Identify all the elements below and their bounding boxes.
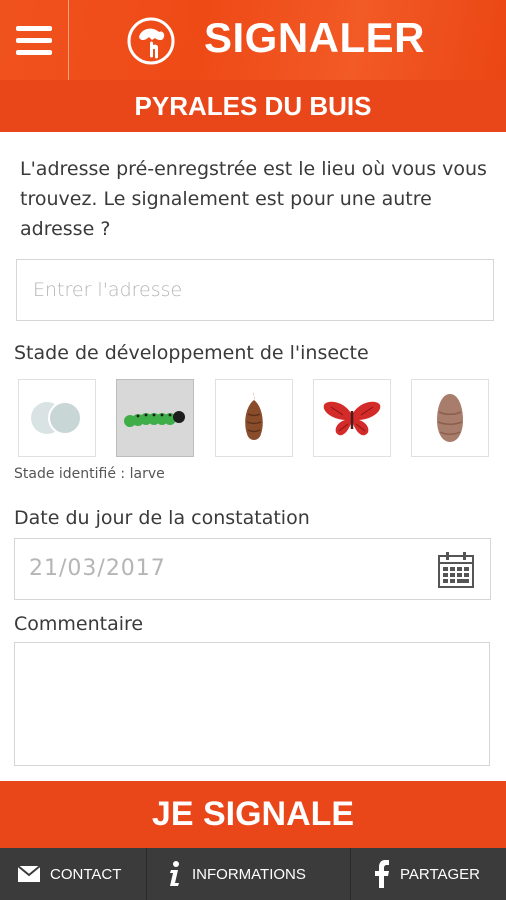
footer-partager[interactable]: PARTAGER: [374, 848, 480, 900]
butterfly-icon: [323, 401, 381, 436]
comment-label: Commentaire: [14, 613, 144, 635]
date-label: Date du jour de la constatation: [14, 507, 310, 529]
envelope-icon: [18, 866, 40, 882]
stage-status: Stade identifié : larve: [14, 466, 165, 482]
app-title: SIGNALER: [204, 14, 426, 61]
footer-contact[interactable]: CONTACT: [18, 848, 121, 900]
eggs-icon: [31, 401, 82, 435]
submit-button[interactable]: JE SIGNALE: [0, 781, 506, 848]
page-title: PYRALES DU BUIS: [134, 90, 372, 121]
subheader: PYRALES DU BUIS: [0, 80, 506, 132]
date-value: 21/03/2017: [29, 556, 166, 581]
report-hand-icon: [127, 17, 175, 65]
stage-selector: [18, 379, 490, 457]
date-field[interactable]: 21/03/2017: [14, 538, 491, 600]
facebook-icon: [375, 860, 389, 888]
intro-text: L'adresse pré-enregstrée est le lieu où …: [20, 158, 487, 240]
stage-option-chrysalide[interactable]: [215, 379, 293, 457]
address-input[interactable]: [16, 259, 494, 321]
stage-option-eggs[interactable]: [18, 379, 96, 457]
info-icon: [170, 861, 179, 886]
stage-option-larve[interactable]: [116, 379, 194, 457]
footer-informations-label: INFORMATIONS: [192, 865, 306, 883]
footer-divider: [350, 848, 351, 900]
submit-label: JE SIGNALE: [151, 795, 355, 833]
footer-divider: [146, 848, 147, 900]
menu-divider: [68, 0, 69, 80]
footer-nav: CONTACT INFORMATIONS PARTAGER: [0, 848, 506, 900]
footer-informations[interactable]: INFORMATIONS: [168, 848, 306, 900]
hamburger-menu-icon[interactable]: [0, 0, 68, 80]
stage-option-papillon[interactable]: [313, 379, 391, 457]
comment-textarea[interactable]: [14, 642, 490, 766]
caterpillar-icon: [124, 411, 185, 427]
footer-contact-label: CONTACT: [50, 865, 122, 883]
cocoon-icon: [437, 394, 463, 442]
chrysalis-icon: [245, 392, 263, 440]
calendar-icon[interactable]: [436, 550, 476, 590]
stage-label: Stade de développement de l'insecte: [14, 342, 369, 364]
footer-partager-label: PARTAGER: [400, 865, 481, 883]
stage-option-cocon[interactable]: [411, 379, 489, 457]
top-bar: SIGNALER: [0, 0, 506, 80]
